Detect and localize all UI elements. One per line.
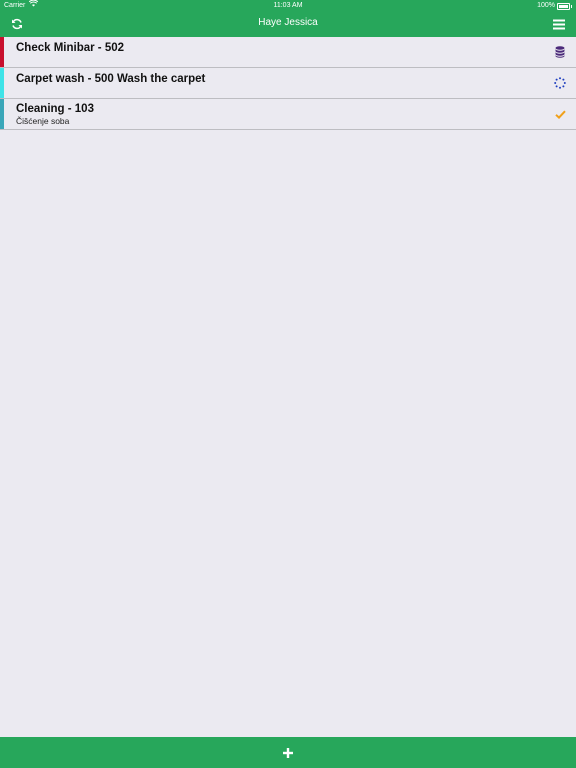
task-color-bar	[0, 37, 4, 67]
task-color-bar	[0, 68, 4, 98]
task-title: Check Minibar - 502	[16, 42, 125, 54]
task-title: Cleaning - 103	[16, 103, 94, 115]
task-text: Carpet wash - 500 Wash the carpet	[16, 72, 205, 86]
task-row[interactable]: Cleaning - 103 Čišćenje soba	[0, 99, 576, 130]
task-title: Carpet wash - 500 Wash the carpet	[16, 73, 206, 85]
plus-icon[interactable]	[277, 742, 299, 764]
task-subtitle: Čišćenje soba	[16, 116, 70, 126]
task-row[interactable]: Check Minibar - 502	[0, 37, 576, 68]
status-bar: Carrier 11:03 AM 100%	[0, 0, 576, 12]
task-text: Check Minibar - 502	[16, 41, 124, 55]
bottom-bar	[0, 737, 576, 768]
task-list: Check Minibar - 502 Carpet wash - 500 Wa…	[0, 37, 576, 130]
database-icon	[552, 44, 568, 60]
page-title: Haye Jessica	[258, 17, 318, 28]
battery-icon	[557, 2, 572, 10]
task-text: Cleaning - 103 Čišćenje soba	[16, 102, 94, 126]
hamburger-menu-icon[interactable]	[550, 15, 568, 33]
top-bar: Carrier 11:03 AM 100% Haye Jessica	[0, 0, 576, 37]
clock: 11:03 AM	[273, 2, 303, 9]
spinner-icon	[552, 75, 568, 91]
battery-label: 100%	[537, 2, 555, 9]
checkmark-icon	[552, 106, 568, 122]
battery: 100%	[537, 0, 572, 12]
task-row[interactable]: Carpet wash - 500 Wash the carpet	[0, 68, 576, 99]
task-color-bar	[0, 99, 4, 129]
nav-bar: Haye Jessica	[0, 12, 576, 37]
